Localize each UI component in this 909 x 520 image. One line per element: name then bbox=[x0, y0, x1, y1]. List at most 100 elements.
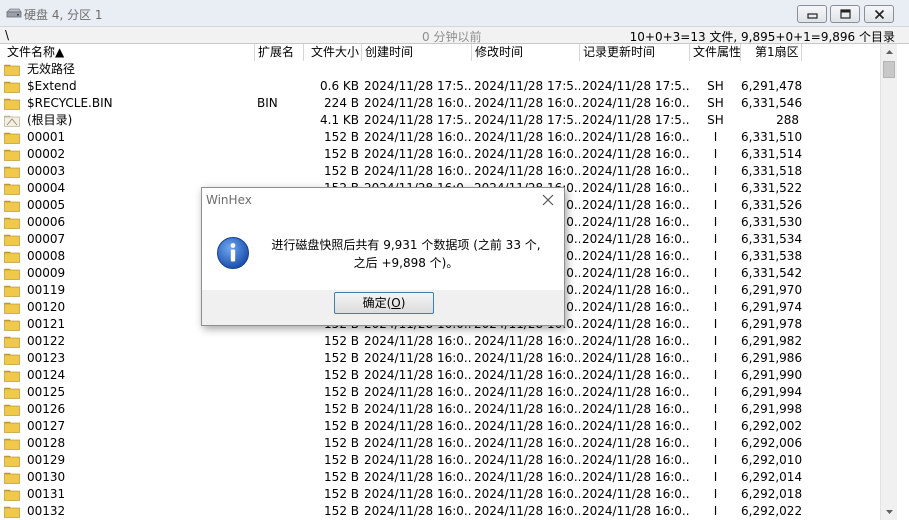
cell-record-updated: 2024/11/28 16:0... bbox=[582, 164, 690, 178]
cell-name: $RECYCLE.BIN bbox=[27, 96, 113, 110]
cell-extension bbox=[255, 469, 304, 486]
cell-name: $Extend bbox=[27, 79, 77, 93]
table-row[interactable]: (根目录) 4.1 KB 2024/11/28 17:5... 2024/11/28 … bbox=[0, 112, 880, 129]
cell-attributes: I bbox=[713, 453, 718, 467]
ok-button[interactable]: 确定(O) bbox=[334, 292, 434, 314]
table-row[interactable]: 00125 152 B 2024/11/28 16:0... 2024/11/28 1… bbox=[0, 384, 880, 401]
scroll-up-icon[interactable] bbox=[881, 44, 898, 61]
cell-name: 00127 bbox=[27, 419, 66, 433]
cell-first-sector: 6,291,982 bbox=[741, 334, 802, 348]
table-row[interactable]: 00002 152 B 2024/11/28 16:0... 2024/11/28 1… bbox=[0, 146, 880, 163]
table-row[interactable]: 00124 152 B 2024/11/28 16:0... 2024/11/28 1… bbox=[0, 367, 880, 384]
window-title: 硬盘 4, 分区 1 bbox=[24, 8, 103, 22]
close-icon[interactable] bbox=[540, 192, 556, 208]
cell-extension bbox=[255, 418, 304, 435]
cell-first-sector: 6,331,518 bbox=[741, 164, 802, 178]
cell-first-sector: 6,331,514 bbox=[741, 147, 802, 161]
table-row[interactable]: 00123 152 B 2024/11/28 16:0... 2024/11/28 1… bbox=[0, 350, 880, 367]
cell-attributes: I bbox=[713, 164, 718, 178]
cell-modified: 2024/11/28 17:5... bbox=[474, 79, 580, 93]
column-header-name[interactable]: 文件名称▲ bbox=[4, 44, 255, 61]
cell-size: 224 B bbox=[324, 96, 359, 110]
maximize-button[interactable] bbox=[830, 5, 860, 23]
table-row[interactable]: 00127 152 B 2024/11/28 16:0... 2024/11/28 1… bbox=[0, 418, 880, 435]
cell-record-updated: 2024/11/28 17:5... bbox=[582, 79, 690, 93]
cell-size: 152 B bbox=[324, 504, 359, 518]
table-row[interactable]: 00131 152 B 2024/11/28 16:0... 2024/11/28 1… bbox=[0, 486, 880, 503]
column-header-extension[interactable]: 扩展名 bbox=[255, 44, 304, 61]
minimize-icon bbox=[807, 13, 818, 19]
cell-record-updated: 2024/11/28 16:0... bbox=[582, 232, 690, 246]
column-header-record-updated[interactable]: 记录更新时间 bbox=[580, 44, 690, 61]
table-row[interactable]: 00130 152 B 2024/11/28 16:0... 2024/11/28 1… bbox=[0, 469, 880, 486]
cell-attributes: I bbox=[713, 368, 718, 382]
restore-icon bbox=[840, 9, 851, 19]
cell-attributes: I bbox=[713, 317, 718, 331]
cell-first-sector: 6,291,974 bbox=[741, 300, 802, 314]
cell-modified: 2024/11/28 16:0... bbox=[474, 453, 580, 467]
cell-created: 2024/11/28 16:0... bbox=[364, 147, 472, 161]
snapshot-age: 0 分钟以前 bbox=[422, 30, 482, 44]
cell-name: 00122 bbox=[27, 334, 66, 348]
cell-modified: 2024/11/28 16:0... bbox=[474, 470, 580, 484]
cell-size: 152 B bbox=[324, 385, 359, 399]
cell-extension bbox=[255, 146, 304, 163]
cell-record-updated bbox=[580, 61, 690, 78]
table-row[interactable]: $RECYCLE.BIN BIN 224 B 2024/11/28 16:0... 20… bbox=[0, 95, 880, 112]
close-icon bbox=[874, 9, 885, 20]
cell-created: 2024/11/28 16:0... bbox=[364, 487, 472, 501]
cell-attributes: I bbox=[713, 130, 718, 144]
cell-size: 152 B bbox=[324, 368, 359, 382]
table-row[interactable]: 无效路径 bbox=[0, 61, 880, 78]
table-row[interactable]: 00128 152 B 2024/11/28 16:0... 2024/11/28 1… bbox=[0, 435, 880, 452]
cell-record-updated: 2024/11/28 16:0... bbox=[582, 198, 690, 212]
cell-record-updated: 2024/11/28 16:0... bbox=[582, 351, 690, 365]
cell-modified: 2024/11/28 16:0... bbox=[474, 487, 580, 501]
cell-record-updated: 2024/11/28 16:0... bbox=[582, 130, 690, 144]
cell-attributes: I bbox=[713, 266, 718, 280]
column-header-attributes[interactable]: 文件属性 bbox=[690, 44, 741, 61]
cell-name: 00125 bbox=[27, 385, 66, 399]
cell-size: 152 B bbox=[324, 487, 359, 501]
cell-modified: 2024/11/28 16:0... bbox=[474, 130, 580, 144]
cell-first-sector bbox=[741, 61, 802, 78]
table-row[interactable]: 00122 152 B 2024/11/28 16:0... 2024/11/28 1… bbox=[0, 333, 880, 350]
dialog-title: WinHex bbox=[206, 193, 252, 207]
cell-attributes bbox=[690, 61, 741, 78]
winhex-dialog: WinHex 进行磁盘快照后共有 9,931 个数据项 (之前 33 个, 之后… bbox=[201, 187, 565, 326]
dialog-body: 进行磁盘快照后共有 9,931 个数据项 (之前 33 个, 之后 +9,898… bbox=[202, 214, 564, 290]
cell-attributes: I bbox=[713, 419, 718, 433]
column-header-modified[interactable]: 修改时间 bbox=[472, 44, 580, 61]
title-bar: 硬盘 4, 分区 1 bbox=[0, 0, 909, 27]
table-row[interactable]: 00132 152 B 2024/11/28 16:0... 2024/11/28 1… bbox=[0, 503, 880, 520]
cell-created: 2024/11/28 16:0... bbox=[364, 385, 472, 399]
cell-first-sector: 6,331,538 bbox=[741, 249, 802, 263]
cell-record-updated: 2024/11/28 16:0... bbox=[582, 453, 690, 467]
cell-created: 2024/11/28 16:0... bbox=[364, 368, 472, 382]
cell-attributes: I bbox=[713, 181, 718, 195]
cell-extension bbox=[255, 401, 304, 418]
cell-attributes: I bbox=[713, 487, 718, 501]
table-row[interactable]: 00001 152 B 2024/11/28 16:0... 2024/11/28 1… bbox=[0, 129, 880, 146]
table-header: 文件名称▲ 扩展名 文件大小 创建时间 修改时间 记录更新时间 文件属性 第1扇… bbox=[0, 44, 880, 61]
cell-attributes: I bbox=[713, 504, 718, 518]
column-header-created[interactable]: 创建时间 bbox=[362, 44, 472, 61]
scrollbar-thumb[interactable] bbox=[883, 61, 895, 78]
table-row[interactable]: $Extend 0.6 KB 2024/11/28 17:5... 2024/11/2… bbox=[0, 78, 880, 95]
table-row[interactable]: 00003 152 B 2024/11/28 16:0... 2024/11/28 1… bbox=[0, 163, 880, 180]
vertical-scrollbar[interactable] bbox=[880, 44, 897, 520]
close-button[interactable] bbox=[864, 5, 894, 23]
cell-attributes: I bbox=[713, 402, 718, 416]
cell-first-sector: 6,331,530 bbox=[741, 215, 802, 229]
table-row[interactable]: 00126 152 B 2024/11/28 16:0... 2024/11/28 1… bbox=[0, 401, 880, 418]
cell-record-updated: 2024/11/28 16:0... bbox=[582, 215, 690, 229]
column-header-size[interactable]: 文件大小 bbox=[304, 44, 362, 61]
scroll-down-icon[interactable] bbox=[881, 503, 898, 520]
table-row[interactable]: 00129 152 B 2024/11/28 16:0... 2024/11/28 1… bbox=[0, 452, 880, 469]
minimize-button[interactable] bbox=[797, 5, 827, 23]
cell-attributes: I bbox=[713, 385, 718, 399]
cell-modified: 2024/11/28 16:0... bbox=[474, 96, 580, 110]
cell-name: 无效路径 bbox=[27, 62, 76, 76]
cell-first-sector: 6,291,478 bbox=[741, 79, 802, 93]
column-header-first-sector[interactable]: 第1扇区 bbox=[741, 44, 802, 61]
